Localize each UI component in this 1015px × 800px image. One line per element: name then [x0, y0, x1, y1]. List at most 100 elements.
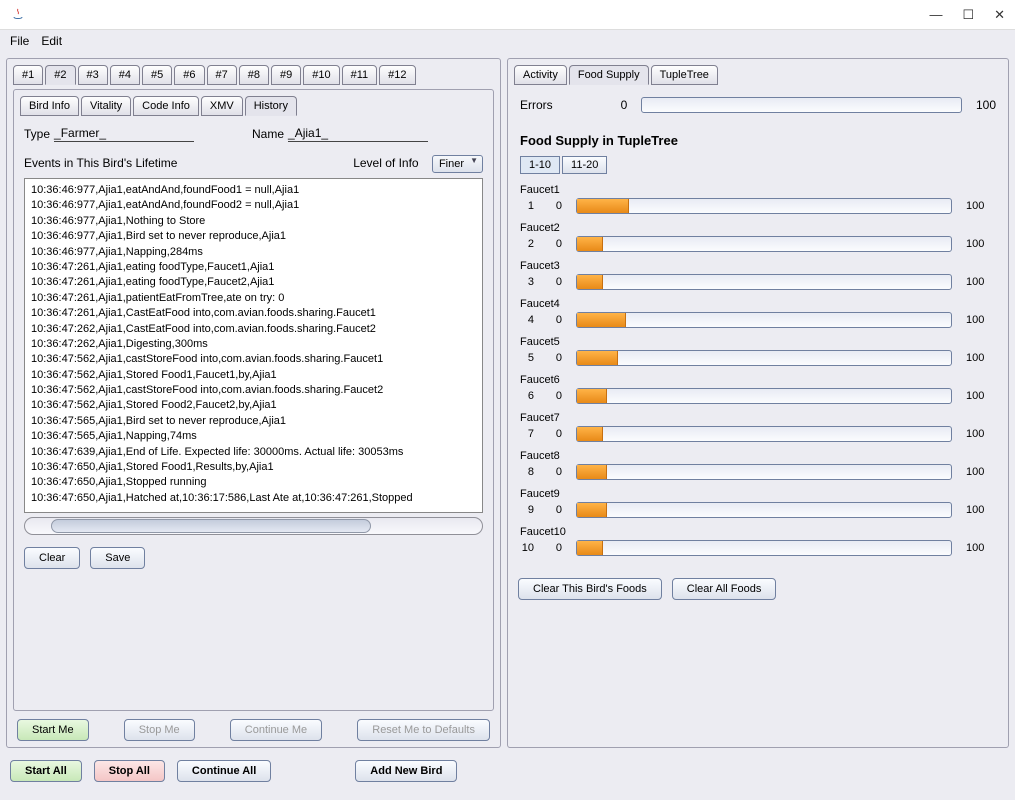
menu-file[interactable]: File [10, 34, 29, 48]
event-row[interactable]: 10:36:47:650,Ajia1,Stopped running [31, 475, 476, 490]
range-tab-11-20[interactable]: 11-20 [562, 156, 607, 174]
sub-tabs: Bird InfoVitalityCode InfoXMVHistory [20, 96, 487, 116]
errors-bar [641, 97, 962, 113]
range-tab-1-10[interactable]: 1-10 [520, 156, 560, 174]
main-tab-8[interactable]: #8 [239, 65, 269, 85]
close-button[interactable]: ✕ [994, 7, 1005, 23]
event-row[interactable]: 10:36:47:565,Ajia1,Bird set to never rep… [31, 414, 476, 429]
faucet-index: 6 [520, 390, 534, 402]
event-row[interactable]: 10:36:46:977,Ajia1,Napping,284ms [31, 245, 476, 260]
event-row[interactable]: 10:36:47:562,Ajia1,Stored Food2,Faucet2,… [31, 398, 476, 413]
left-panel: #1#2#3#4#5#6#7#8#9#10#11#12 Bird InfoVit… [6, 58, 501, 748]
right-tab-activity[interactable]: Activity [514, 65, 567, 85]
faucet-bar[interactable] [576, 312, 952, 328]
main-tab-1[interactable]: #1 [13, 65, 43, 85]
event-row[interactable]: 10:36:46:977,Ajia1,Nothing to Store [31, 214, 476, 229]
faucet-bar[interactable] [576, 540, 952, 556]
event-row[interactable]: 10:36:47:562,Ajia1,castStoreFood into,co… [31, 383, 476, 398]
faucet-max: 100 [966, 428, 996, 440]
faucet-max: 100 [966, 466, 996, 478]
level-select[interactable]: Finer [432, 155, 483, 173]
faucet-low: 0 [548, 390, 562, 402]
faucet-9: Faucet990100 [520, 488, 996, 518]
main-tab-3[interactable]: #3 [78, 65, 108, 85]
faucet-index: 8 [520, 466, 534, 478]
main-tab-12[interactable]: #12 [379, 65, 415, 85]
main-tab-4[interactable]: #4 [110, 65, 140, 85]
save-button[interactable]: Save [90, 547, 145, 569]
event-row[interactable]: 10:36:47:650,Ajia1,Hatched at,10:36:17:5… [31, 491, 476, 506]
main-tabs: #1#2#3#4#5#6#7#8#9#10#11#12 [13, 65, 494, 85]
main-tab-6[interactable]: #6 [174, 65, 204, 85]
faucet-bar[interactable] [576, 388, 952, 404]
continue-all-button[interactable]: Continue All [177, 760, 271, 782]
faucet-index: 4 [520, 314, 534, 326]
faucet-bar[interactable] [576, 274, 952, 290]
event-row[interactable]: 10:36:47:261,Ajia1,eating foodType,Fauce… [31, 275, 476, 290]
faucet-label: Faucet2 [520, 222, 996, 234]
event-row[interactable]: 10:36:47:261,Ajia1,CastEatFood into,com.… [31, 306, 476, 321]
sub-tab-vitality[interactable]: Vitality [81, 96, 131, 116]
event-row[interactable]: 10:36:46:977,Ajia1,eatAndAnd,foundFood2 … [31, 198, 476, 213]
main-tab-2[interactable]: #2 [45, 65, 75, 85]
clear-this-foods-button[interactable]: Clear This Bird's Foods [518, 578, 662, 600]
clear-all-foods-button[interactable]: Clear All Foods [672, 578, 777, 600]
main-tab-11[interactable]: #11 [342, 65, 378, 85]
stop-all-button[interactable]: Stop All [94, 760, 165, 782]
faucet-bar[interactable] [576, 236, 952, 252]
maximize-button[interactable]: ☐ [962, 7, 974, 23]
faucet-2: Faucet220100 [520, 222, 996, 252]
continue-me-button[interactable]: Continue Me [230, 719, 322, 741]
java-icon [10, 7, 26, 23]
right-tab-tupletree[interactable]: TupleTree [651, 65, 718, 85]
event-row[interactable]: 10:36:47:562,Ajia1,castStoreFood into,co… [31, 352, 476, 367]
faucet-low: 0 [548, 314, 562, 326]
sub-tab-code-info[interactable]: Code Info [133, 96, 199, 116]
faucet-label: Faucet6 [520, 374, 996, 386]
faucet-bar[interactable] [576, 350, 952, 366]
events-header: Events in This Bird's Lifetime [24, 156, 177, 170]
bottom-bar: Start All Stop All Continue All Add New … [0, 754, 1015, 788]
sub-tab-bird-info[interactable]: Bird Info [20, 96, 79, 116]
faucet-index: 10 [520, 542, 534, 554]
start-all-button[interactable]: Start All [10, 760, 82, 782]
faucet-bar[interactable] [576, 464, 952, 480]
faucet-max: 100 [966, 276, 996, 288]
right-tab-food-supply[interactable]: Food Supply [569, 65, 649, 85]
faucet-max: 100 [966, 238, 996, 250]
clear-button[interactable]: Clear [24, 547, 80, 569]
events-listbox[interactable]: 10:36:46:977,Ajia1,eatAndAnd,foundFood1 … [24, 178, 483, 513]
add-new-bird-button[interactable]: Add New Bird [355, 760, 457, 782]
event-row[interactable]: 10:36:46:977,Ajia1,Bird set to never rep… [31, 229, 476, 244]
sub-tab-xmv[interactable]: XMV [201, 96, 243, 116]
event-row[interactable]: 10:36:47:639,Ajia1,End of Life. Expected… [31, 445, 476, 460]
start-me-button[interactable]: Start Me [17, 719, 89, 741]
minimize-button[interactable]: — [929, 7, 942, 23]
main-tab-9[interactable]: #9 [271, 65, 301, 85]
sub-tab-history[interactable]: History [245, 96, 297, 116]
main-tab-5[interactable]: #5 [142, 65, 172, 85]
event-row[interactable]: 10:36:47:565,Ajia1,Napping,74ms [31, 429, 476, 444]
faucet-bar[interactable] [576, 426, 952, 442]
event-row[interactable]: 10:36:46:977,Ajia1,eatAndAnd,foundFood1 … [31, 183, 476, 198]
faucet-label: Faucet5 [520, 336, 996, 348]
horizontal-scrollbar[interactable] [24, 517, 483, 535]
section-title: Food Supply in TupleTree [520, 133, 996, 148]
faucet-label: Faucet4 [520, 298, 996, 310]
event-row[interactable]: 10:36:47:261,Ajia1,patientEatFromTree,at… [31, 291, 476, 306]
faucet-max: 100 [966, 390, 996, 402]
event-row[interactable]: 10:36:47:262,Ajia1,CastEatFood into,com.… [31, 322, 476, 337]
event-row[interactable]: 10:36:47:262,Ajia1,Digesting,300ms [31, 337, 476, 352]
menu-edit[interactable]: Edit [41, 34, 62, 48]
event-row[interactable]: 10:36:47:261,Ajia1,eating foodType,Fauce… [31, 260, 476, 275]
faucet-bar[interactable] [576, 502, 952, 518]
main-tab-10[interactable]: #10 [303, 65, 339, 85]
stop-me-button[interactable]: Stop Me [124, 719, 195, 741]
event-row[interactable]: 10:36:47:562,Ajia1,Stored Food1,Faucet1,… [31, 368, 476, 383]
right-panel: ActivityFood SupplyTupleTree Errors 0 10… [507, 58, 1009, 748]
faucet-bar[interactable] [576, 198, 952, 214]
faucet-max: 100 [966, 542, 996, 554]
reset-me-button[interactable]: Reset Me to Defaults [357, 719, 490, 741]
event-row[interactable]: 10:36:47:650,Ajia1,Stored Food1,Results,… [31, 460, 476, 475]
main-tab-7[interactable]: #7 [207, 65, 237, 85]
